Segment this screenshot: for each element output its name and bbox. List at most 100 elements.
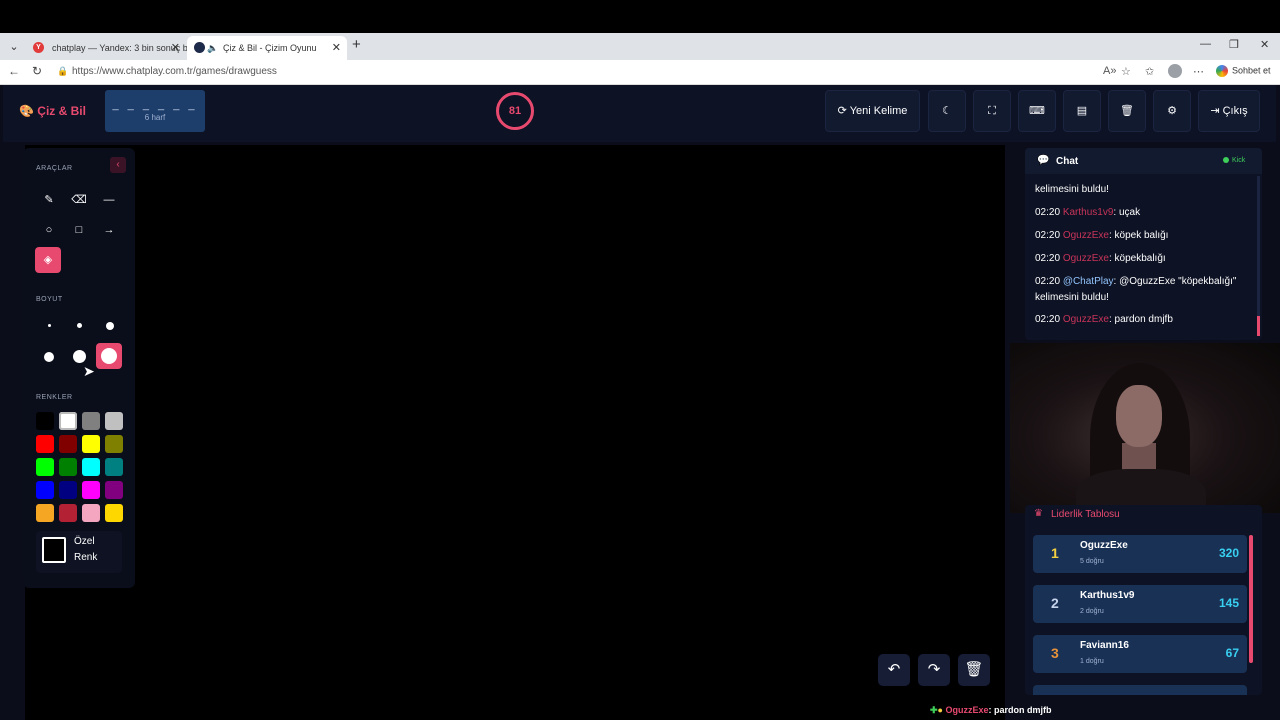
- webcam-figure-face: [1116, 385, 1162, 447]
- url-field[interactable]: 🔒 https://www.chatplay.com.tr/games/draw…: [57, 66, 277, 77]
- keyboard-icon: ⌨: [1029, 105, 1045, 117]
- tab-list-chevron-icon[interactable]: ⌄: [6, 39, 22, 55]
- score: 145: [1218, 596, 1239, 610]
- brush-icon[interactable]: ✎: [38, 189, 60, 211]
- player-name: OguzzExe: [1080, 540, 1128, 551]
- browser-tab-yandex[interactable]: Y chatplay — Yandex: 3 bin sonuç b ✕: [26, 36, 188, 60]
- color-swatch[interactable]: [82, 435, 100, 453]
- favorite-star-icon[interactable]: ☆: [1121, 65, 1131, 78]
- player-name: Karthus1v9: [1080, 590, 1135, 601]
- speaker-icon[interactable]: 🔈: [207, 36, 218, 60]
- size-option-6[interactable]: [96, 343, 122, 369]
- arrow-tool-icon[interactable]: →: [98, 219, 120, 241]
- color-swatch[interactable]: [82, 458, 100, 476]
- size-section-label: BOYUT: [36, 296, 63, 303]
- message-text: : köpek balığı: [1108, 230, 1169, 241]
- leaderboard-scrollbar[interactable]: [1249, 535, 1253, 663]
- collapse-panel-button[interactable]: ‹: [110, 157, 126, 173]
- color-swatch[interactable]: [36, 481, 54, 499]
- chat-message: 02:20 OguzzExe: köpekbalığı: [1035, 251, 1257, 267]
- keyboard-button[interactable]: ⌨: [1018, 90, 1056, 132]
- read-aloud-icon[interactable]: A»: [1103, 65, 1116, 77]
- maximize-icon[interactable]: ❐: [1229, 38, 1239, 51]
- tab-title: Çiz & Bil - Çizim Oyunu: [223, 43, 317, 53]
- minimize-icon[interactable]: —: [1200, 38, 1211, 50]
- leaderboard-row: 2 Karthus1v9 2 doğru 145: [1033, 585, 1247, 623]
- color-swatch[interactable]: [36, 504, 54, 522]
- color-swatch[interactable]: [59, 412, 77, 430]
- close-tab-icon[interactable]: ✕: [332, 36, 341, 60]
- delete-button[interactable]: 🗑: [1108, 90, 1146, 132]
- message-time: 02:20: [1035, 207, 1061, 218]
- browser-tab-strip: ⌄ Y chatplay — Yandex: 3 bin sonuç b ✕ 🔈…: [0, 33, 1280, 60]
- dark-mode-button[interactable]: ☾: [928, 90, 966, 132]
- chat-scroll-thumb[interactable]: [1257, 316, 1260, 336]
- correct-count: 1 doğru: [1080, 658, 1104, 665]
- size-option-2[interactable]: [77, 323, 82, 328]
- copilot-button[interactable]: Sohbet et: [1216, 65, 1271, 77]
- message-user: OguzzExe: [1062, 314, 1109, 325]
- custom-color-button[interactable]: Özel Renk: [36, 531, 122, 573]
- rectangle-tool-icon[interactable]: □: [68, 219, 90, 241]
- color-swatch[interactable]: [105, 481, 123, 499]
- color-swatch[interactable]: [59, 435, 77, 453]
- profile-avatar[interactable]: [1168, 64, 1182, 78]
- color-swatch[interactable]: [82, 481, 100, 499]
- archive-button[interactable]: ▤: [1063, 90, 1101, 132]
- redo-button[interactable]: ↷: [918, 654, 950, 686]
- fullscreen-icon: ⛶: [988, 105, 996, 117]
- close-tab-icon[interactable]: ✕: [171, 36, 180, 60]
- crown-icon: ♛: [1034, 508, 1043, 519]
- color-swatch[interactable]: [105, 412, 123, 430]
- gear-icon: ⚙: [1167, 105, 1177, 117]
- color-swatch[interactable]: [59, 481, 77, 499]
- more-menu-icon[interactable]: ⋯: [1193, 65, 1204, 78]
- chat-message: 02:20 OguzzExe: köpek balığı: [1035, 228, 1257, 244]
- color-swatch[interactable]: [59, 504, 77, 522]
- logo-text: Çiz & Bil: [37, 104, 86, 118]
- size-option-1[interactable]: [48, 324, 51, 327]
- clear-canvas-button[interactable]: 🗑: [958, 654, 990, 686]
- fullscreen-button[interactable]: ⛶: [973, 90, 1011, 132]
- color-swatch[interactable]: [82, 412, 100, 430]
- new-word-button[interactable]: ⟳ Yeni Kelime: [825, 90, 920, 132]
- exit-button[interactable]: ⇥ Çıkış: [1198, 90, 1260, 132]
- custom-color-swatch: [42, 537, 66, 563]
- leaderboard-row-partial: [1033, 685, 1247, 695]
- color-swatch[interactable]: [36, 435, 54, 453]
- color-swatch[interactable]: [82, 504, 100, 522]
- message-text: : köpekbalığı: [1108, 253, 1166, 264]
- drawing-canvas[interactable]: [25, 145, 1005, 720]
- size-option-5[interactable]: [73, 350, 86, 363]
- color-swatch[interactable]: [36, 412, 54, 430]
- size-option-3[interactable]: [106, 322, 114, 330]
- chat-message: 02:20 Karthus1v9: uçak: [1035, 205, 1257, 221]
- game-app: 🎨 Çiz & Bil _ _ _ _ _ _ 6 harf 81 ⟳ Yeni…: [0, 85, 1280, 720]
- line-tool-icon[interactable]: —: [98, 189, 120, 211]
- colors-section-label: RENKLER: [36, 394, 73, 401]
- back-arrow-icon[interactable]: ←: [8, 64, 20, 78]
- player-name: Faviann16: [1080, 640, 1129, 651]
- new-tab-plus-icon[interactable]: +: [352, 36, 361, 53]
- archive-icon: ▤: [1076, 105, 1088, 117]
- favorites-icon[interactable]: ✩: [1145, 65, 1154, 78]
- size-option-4[interactable]: [44, 352, 54, 362]
- circle-tool-icon[interactable]: ○: [38, 219, 60, 241]
- browser-tab-game[interactable]: 🔈 Çiz & Bil - Çizim Oyunu ✕: [187, 36, 347, 60]
- mouse-cursor-icon: ➤: [83, 363, 95, 379]
- eraser-icon[interactable]: ⌫: [68, 189, 90, 211]
- settings-button[interactable]: ⚙: [1153, 90, 1191, 132]
- webcam-overlay: [1010, 343, 1280, 513]
- color-swatch[interactable]: [105, 435, 123, 453]
- close-window-icon[interactable]: ✕: [1260, 38, 1269, 51]
- color-swatch[interactable]: [59, 458, 77, 476]
- fill-bucket-icon[interactable]: ◈: [35, 247, 61, 273]
- chat-scrollbar[interactable]: [1257, 176, 1260, 336]
- undo-button[interactable]: ↶: [878, 654, 910, 686]
- reload-icon[interactable]: ↻: [32, 64, 42, 78]
- color-swatch[interactable]: [105, 458, 123, 476]
- color-swatch[interactable]: [105, 504, 123, 522]
- trash-icon: 🗑: [1120, 105, 1134, 117]
- score: 320: [1218, 546, 1239, 560]
- color-swatch[interactable]: [36, 458, 54, 476]
